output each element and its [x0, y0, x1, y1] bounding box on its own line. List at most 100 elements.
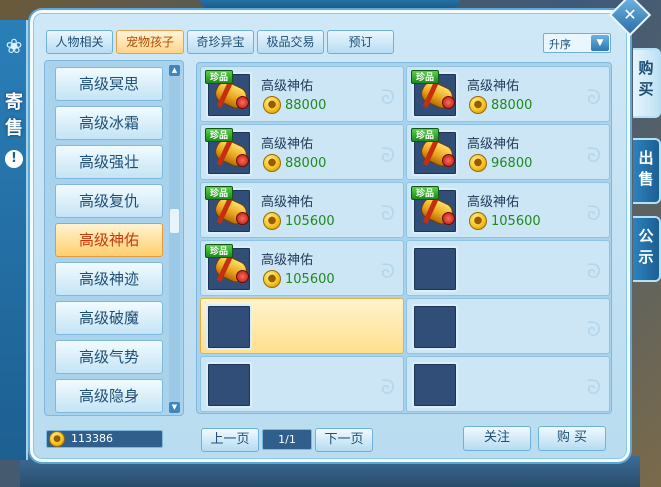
swirl-decoration: ᘐ [586, 317, 601, 341]
page-indicator: 1/1 [262, 429, 312, 450]
tab-treasure[interactable]: 奇珍异宝 [187, 30, 254, 54]
goods-grid: 珍品 高级神佑 ● 88000 ᘐ 珍品 高级神佑 ● 88000 ᘐ 珍品 高… [196, 62, 612, 414]
rare-badge: 珍品 [205, 244, 233, 258]
coin-icon: ● [263, 270, 281, 288]
tab-character[interactable]: 人物相关 [46, 30, 113, 54]
coin-icon: ● [49, 431, 65, 447]
item-slot: 珍品 [411, 128, 458, 176]
sort-selected: 升序 [549, 38, 571, 51]
category-scrollbar[interactable]: ▲ ▼ [169, 65, 180, 413]
rare-badge: 珍品 [205, 70, 233, 84]
item-slot [412, 304, 458, 350]
item-price: 105600 [285, 214, 335, 229]
item-name: 高级神佑 [261, 253, 314, 268]
tab-buy[interactable]: 购买 [633, 48, 661, 118]
category-item-selected[interactable]: 高级神佑 [55, 223, 163, 257]
item-price: 96800 [491, 156, 533, 171]
coin-icon: ● [469, 96, 487, 114]
goods-item[interactable]: 珍品 高级神佑 ● 88000 ᘐ [200, 66, 404, 122]
swirl-decoration: ᘐ [380, 375, 395, 399]
rare-badge: 珍品 [205, 186, 233, 200]
tab-sell[interactable]: 出售 [633, 138, 661, 204]
info-icon[interactable]: ! [5, 150, 23, 168]
category-item[interactable]: 高级强壮 [55, 145, 163, 179]
swirl-decoration: ᘐ [586, 375, 601, 399]
goods-item[interactable]: 珍品 高级神佑 ● 88000 ᘐ [200, 124, 404, 180]
category-item[interactable]: 高级破魔 [55, 301, 163, 335]
swirl-decoration: ᘐ [586, 259, 601, 283]
game-screen: ❀ 寄售 ! ✕ 购买 出售 公示 人物相关 宠物孩子 奇珍异宝 极品交易 预订… [0, 0, 661, 487]
top-ribbon [200, 0, 460, 8]
rare-badge: 珍品 [411, 128, 439, 142]
item-name: 高级神佑 [467, 195, 520, 210]
goods-item-empty[interactable]: ᘐ [406, 240, 610, 296]
sort-dropdown[interactable]: 升序 ▼ [543, 33, 611, 53]
item-slot [206, 304, 252, 350]
item-name: 高级神佑 [467, 79, 520, 94]
item-slot: 珍品 [411, 186, 458, 234]
follow-button[interactable]: 关注 [463, 426, 531, 451]
prev-page-button[interactable]: 上一页 [201, 428, 259, 452]
chevron-down-icon[interactable]: ▼ [591, 35, 609, 51]
item-slot: 珍品 [205, 128, 252, 176]
item-price: 88000 [285, 156, 327, 171]
item-slot [206, 362, 252, 408]
coin-icon: ● [469, 154, 487, 172]
item-slot: 珍品 [205, 186, 252, 234]
goods-item-empty[interactable]: ᘐ [200, 356, 404, 412]
skill-category-list: 高级冥思 高级冰霜 高级强壮 高级复仇 高级神佑 高级神迹 高级破魔 高级气势 … [44, 60, 184, 416]
item-slot [412, 362, 458, 408]
swirl-decoration: ᘐ [380, 143, 395, 167]
item-slot: 珍品 [411, 70, 458, 118]
goods-item[interactable]: 珍品 高级神佑 ● 96800 ᘐ [406, 124, 610, 180]
coin-icon: ● [469, 212, 487, 230]
goods-item-empty[interactable]: ᘐ [406, 356, 610, 412]
item-name: 高级神佑 [261, 79, 314, 94]
coin-icon: ● [263, 154, 281, 172]
swirl-decoration: ᘐ [380, 259, 395, 283]
tab-preorder[interactable]: 预订 [327, 30, 394, 54]
wallet-amount: 113386 [71, 432, 113, 445]
tab-notice[interactable]: 公示 [633, 216, 661, 282]
side-title: 寄售 [5, 92, 23, 139]
item-slot: 珍品 [205, 70, 252, 118]
wallet-balance: ● 113386 [46, 430, 163, 448]
item-price: 105600 [491, 214, 541, 229]
scroll-down-icon[interactable]: ▼ [169, 402, 180, 413]
swirl-decoration: ᘐ [586, 85, 601, 109]
next-page-button[interactable]: 下一页 [315, 428, 373, 452]
coin-icon: ● [263, 212, 281, 230]
swirl-decoration: ᘐ [380, 201, 395, 225]
goods-item[interactable]: 珍品 高级神佑 ● 105600 ᘐ [406, 182, 610, 238]
buy-button[interactable]: 购 买 [538, 426, 606, 451]
rare-badge: 珍品 [411, 186, 439, 200]
swirl-decoration: ᘐ [380, 85, 395, 109]
swirl-decoration: ᘐ [586, 201, 601, 225]
rare-badge: 珍品 [411, 70, 439, 84]
goods-item[interactable]: 珍品 高级神佑 ● 88000 ᘐ [406, 66, 610, 122]
item-price: 88000 [285, 98, 327, 113]
goods-item-empty[interactable]: ᘐ [406, 298, 610, 354]
item-slot [412, 246, 458, 292]
category-item[interactable]: 高级气势 [55, 340, 163, 374]
category-item[interactable]: 高级隐身 [55, 379, 163, 413]
category-tabs: 人物相关 宠物孩子 奇珍异宝 极品交易 预订 [46, 30, 394, 54]
category-item[interactable]: 高级冰霜 [55, 106, 163, 140]
category-item[interactable]: 高级冥思 [55, 67, 163, 101]
scroll-up-icon[interactable]: ▲ [169, 65, 180, 76]
goods-item[interactable]: 珍品 高级神佑 ● 105600 ᘐ [200, 182, 404, 238]
item-price: 105600 [285, 272, 335, 287]
close-icon: ✕ [623, 5, 637, 24]
item-name: 高级神佑 [261, 137, 314, 152]
item-name: 高级神佑 [261, 195, 314, 210]
goods-item[interactable]: 珍品 高级神佑 ● 105600 ᘐ [200, 240, 404, 296]
swirl-decoration: ᘐ [586, 143, 601, 167]
tab-premium-trade[interactable]: 极品交易 [257, 30, 324, 54]
tab-pet-child[interactable]: 宠物孩子 [116, 30, 184, 54]
category-item[interactable]: 高级神迹 [55, 262, 163, 296]
side-label-strip: ❀ 寄售 ! [0, 20, 28, 460]
goods-item-empty-selected[interactable] [200, 298, 404, 354]
item-name: 高级神佑 [467, 137, 520, 152]
category-item[interactable]: 高级复仇 [55, 184, 163, 218]
scroll-thumb[interactable] [170, 209, 179, 233]
